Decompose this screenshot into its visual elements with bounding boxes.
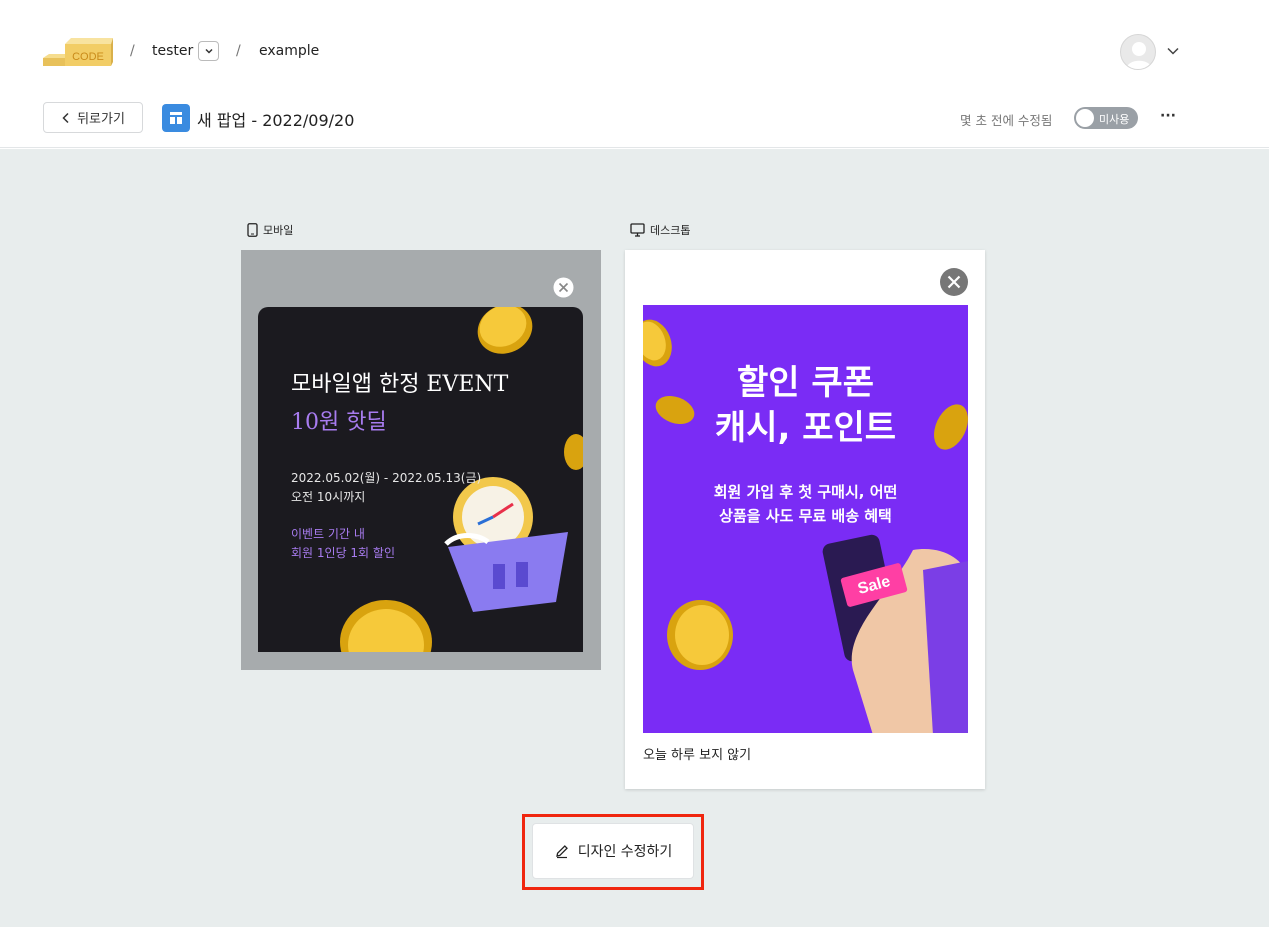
back-button-label: 뒤로가기 [77,112,125,127]
basket-clock-icon [444,477,568,612]
pencil-icon [555,845,568,859]
page-title: 새 팝업 - 2022/09/20 [197,111,355,130]
logo[interactable]: CODE [43,36,113,68]
desktop-subtitle-line1: 회원 가입 후 첫 구매시, 어떤 [713,483,898,501]
desktop-popup-card: Sale 할인 쿠폰 캐시, 포인트 회원 가입 후 첫 구매시, 어떤 상품을… [643,305,968,733]
desktop-subtitle-line2: 상품을 사도 무료 배송 혜택 [719,507,892,525]
user-icon [1126,42,1152,69]
dont-show-today-link[interactable]: 오늘 하루 보지 않기 [643,744,751,763]
mobile-title-line2: 10원 핫딜 [291,410,387,435]
coin-icon [340,600,432,652]
desktop-icon [630,223,645,237]
svg-text:CODE: CODE [72,51,104,63]
chevron-left-icon [62,112,69,123]
mobile-event-line1: 이벤트 기간 내 [291,527,365,541]
breadcrumb-separator: / [236,43,241,59]
mobile-icon [247,223,258,237]
workspace-dropdown-button[interactable] [198,41,219,61]
mobile-date-line2: 오전 10시까지 [291,490,366,504]
phone-hand-icon: Sale [822,534,968,733]
edit-design-button[interactable]: 디자인 수정하기 [532,823,694,879]
desktop-label-text: 데스크톱 [650,224,691,237]
breadcrumb-workspace[interactable]: tester [152,43,193,59]
chevron-down-icon [204,48,213,54]
desktop-preview-label: 데스크톱 [630,222,690,238]
mobile-title-line1: 모바일앱 한정 EVENT [291,372,509,397]
mobile-event-line2: 회원 1인당 1회 할인 [291,546,395,560]
mobile-preview-label: 모바일 [247,222,293,238]
usage-toggle[interactable]: 미사용 [1074,107,1138,129]
code-logo-icon: CODE [43,38,113,66]
chevron-down-icon[interactable] [1166,44,1180,58]
mobile-label-text: 모바일 [263,224,294,237]
breadcrumb-separator: / [130,43,135,59]
avatar[interactable] [1120,34,1156,70]
more-options-button[interactable]: ··· [1160,108,1176,124]
desktop-title-line2: 캐시, 포인트 [714,408,897,448]
toggle-label: 미사용 [1099,113,1130,126]
coin-icon [667,600,733,670]
edit-design-label: 디자인 수정하기 [577,844,673,860]
coin-icon [564,434,583,470]
breadcrumb-project[interactable]: example [259,43,319,59]
close-icon[interactable] [553,277,574,298]
top-bar: CODE / tester / example 뒤로가기 새 팝업 - 2022… [0,0,1269,148]
popup-page-icon [162,104,190,132]
close-icon[interactable] [939,267,969,297]
coin-icon [477,307,533,354]
mobile-popup-card: 모바일앱 한정 EVENT 10원 핫딜 2022.05.02(월) - 202… [258,307,583,652]
toggle-knob [1076,109,1094,127]
back-button[interactable]: 뒤로가기 [43,102,143,133]
desktop-title-line1: 할인 쿠폰 [737,363,874,403]
modified-status: 몇 초 전에 수정됨 [960,113,1053,128]
mobile-date-line1: 2022.05.02(월) - 2022.05.13(금) [291,471,482,485]
layout-icon [170,112,182,124]
